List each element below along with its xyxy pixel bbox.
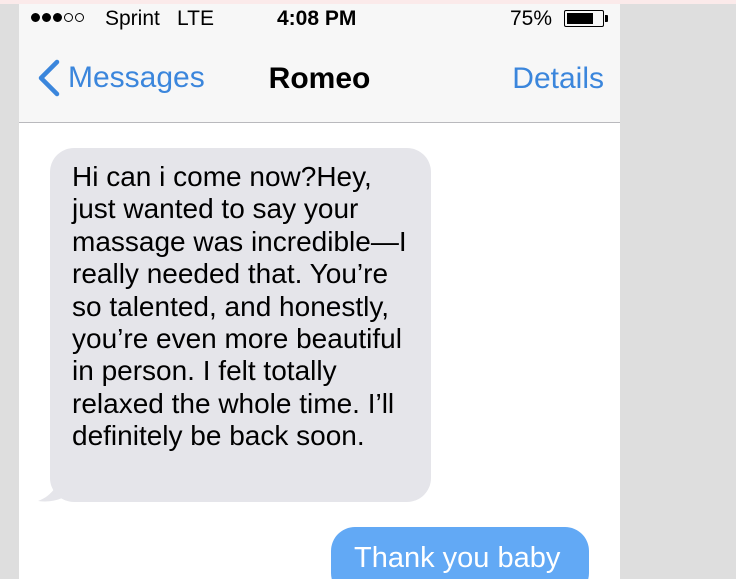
status-bar: Sprint LTE 4:08 PM 75% (19, 4, 620, 36)
battery-icon (564, 10, 604, 27)
battery-tip (605, 15, 608, 22)
navigation-bar: Messages Romeo Details (19, 36, 620, 123)
signal-strength-icon (31, 13, 84, 22)
signal-dot (53, 13, 62, 22)
signal-dot (42, 13, 51, 22)
network-type: LTE (177, 7, 214, 30)
outgoing-message-bubble: Thank you baby (331, 527, 589, 579)
battery-level-fill (567, 13, 593, 24)
status-time: 4:08 PM (277, 7, 357, 30)
details-button[interactable]: Details (512, 62, 604, 96)
signal-dot (75, 13, 84, 22)
signal-dot (31, 13, 40, 22)
phone-screen: Sprint LTE 4:08 PM 75% Messages Romeo De… (19, 4, 620, 579)
signal-dot (64, 13, 73, 22)
incoming-message-bubble: Hi can i come now?Hey, just wanted to sa… (50, 148, 431, 502)
battery-percentage: 75% (510, 7, 553, 30)
carrier-name: Sprint (105, 7, 160, 30)
